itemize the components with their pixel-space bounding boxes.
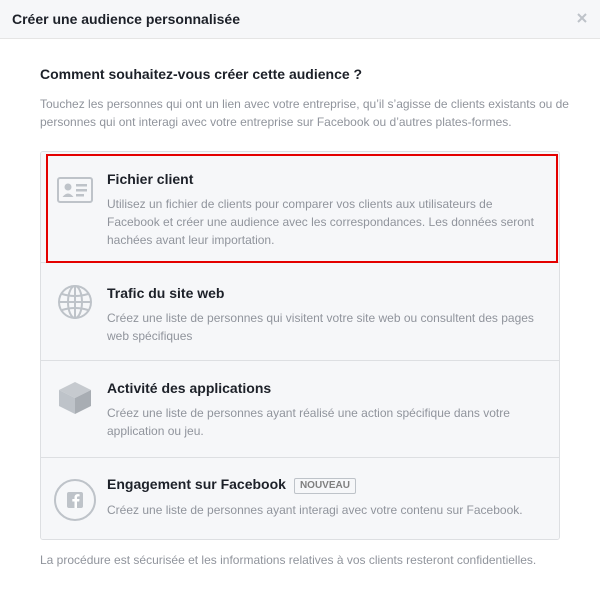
option-facebook-engagement[interactable]: Engagement sur Facebook NOUVEAU Créez une…	[41, 458, 559, 539]
question-heading: Comment souhaitez-vous créer cette audie…	[40, 66, 363, 82]
option-website-traffic[interactable]: Trafic du site web Créez une liste de pe…	[41, 263, 559, 361]
dialog-title: Créer une audience personnalisée	[12, 11, 240, 27]
cube-icon	[57, 380, 93, 416]
option-title: Activité des applications	[107, 380, 272, 396]
create-custom-audience-dialog: Créer une audience personnalisée Comment…	[0, 0, 600, 614]
option-title: Fichier client	[107, 171, 194, 187]
option-description: Créez une liste de personnes ayant réali…	[107, 406, 510, 438]
option-customer-file[interactable]: Fichier client Utilisez un fichier de cl…	[41, 152, 559, 263]
option-app-activity[interactable]: Activité des applications Créez une list…	[41, 361, 559, 458]
audience-options-list: Fichier client Utilisez un fichier de cl…	[40, 151, 560, 540]
security-note: La procédure est sécurisée et les inform…	[40, 553, 537, 567]
id-card-icon	[57, 172, 93, 208]
intro-text: Touchez les personnes qui ont un lien av…	[40, 97, 569, 129]
close-icon[interactable]	[574, 10, 590, 26]
facebook-icon	[53, 478, 97, 522]
option-description: Créez une liste de personnes ayant inter…	[107, 503, 523, 517]
globe-icon	[57, 284, 93, 320]
option-title: Engagement sur Facebook NOUVEAU	[107, 476, 356, 494]
option-description: Utilisez un fichier de clients pour comp…	[107, 197, 534, 247]
new-badge: NOUVEAU	[293, 478, 356, 494]
dialog-header: Créer une audience personnalisée	[0, 0, 600, 39]
option-description: Créez une liste de personnes qui visiten…	[107, 311, 534, 343]
option-title-text: Engagement sur Facebook	[107, 476, 286, 492]
option-title: Trafic du site web	[107, 285, 225, 301]
